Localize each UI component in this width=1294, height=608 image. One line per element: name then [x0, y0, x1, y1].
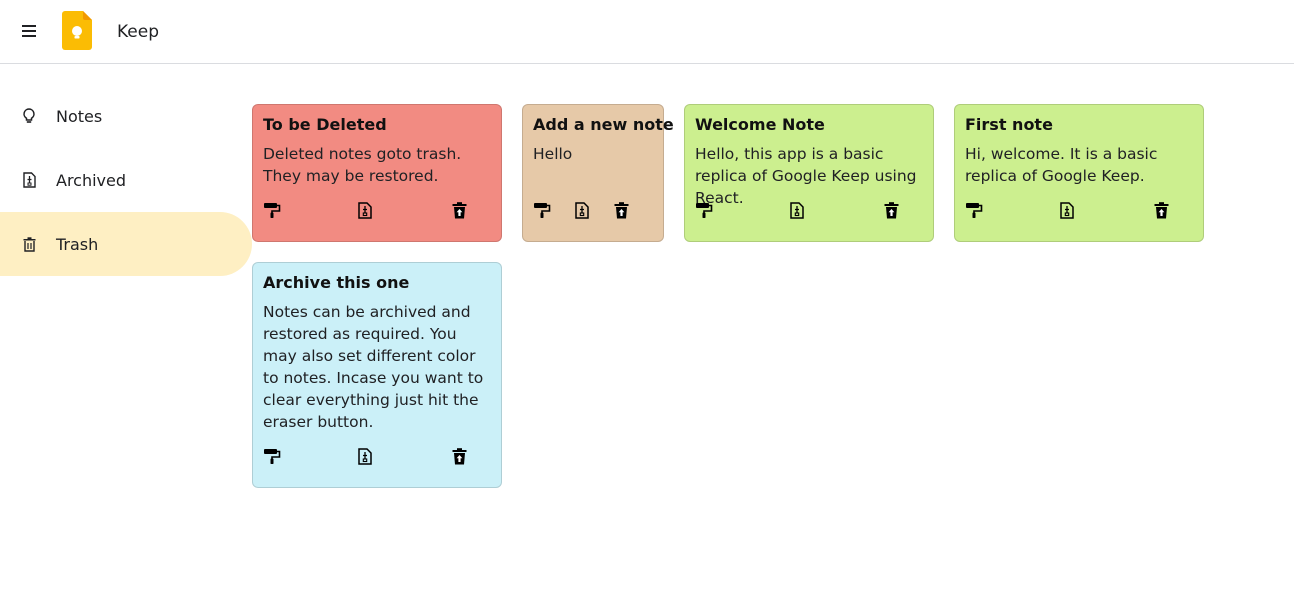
note-actions	[263, 447, 491, 467]
archive-icon[interactable]	[1058, 201, 1076, 219]
archive-icon[interactable]	[788, 201, 806, 219]
note-body: Deleted notes goto trash. They may be re…	[263, 145, 462, 185]
note-card[interactable]: Archive this one Notes can be archived a…	[252, 262, 502, 488]
note-card[interactable]: Add a new note Hello	[522, 104, 674, 242]
note-actions	[263, 201, 491, 221]
note-card[interactable]: First note Hi, welcome. It is a basic re…	[954, 104, 1204, 242]
sidebar-nav: Notes Archived Trash	[0, 84, 252, 276]
palette-icon[interactable]	[263, 447, 281, 465]
restore-from-trash-icon[interactable]	[450, 447, 468, 465]
note-card[interactable]: To be Deleted Deleted notes goto trash. …	[252, 104, 502, 242]
archive-icon	[20, 171, 38, 189]
note-title: Archive this one	[263, 273, 410, 292]
note-actions	[533, 201, 653, 221]
sidebar-item-label: Archived	[56, 170, 127, 190]
hamburger-menu-icon[interactable]	[21, 24, 37, 38]
palette-icon[interactable]	[263, 201, 281, 219]
note-title: To be Deleted	[263, 115, 387, 134]
palette-icon[interactable]	[533, 201, 551, 219]
sidebar-item-notes[interactable]: Notes	[0, 84, 252, 148]
archive-icon[interactable]	[356, 201, 374, 219]
note-body: Hello, this app is a basic replica of Go…	[695, 145, 917, 207]
note-body: Hi, welcome. It is a basic replica of Go…	[965, 145, 1158, 185]
note-card[interactable]: Welcome Note Hello, this app is a basic …	[684, 104, 934, 242]
restore-from-trash-icon[interactable]	[612, 201, 630, 219]
note-body: Hello	[533, 145, 573, 163]
archive-icon[interactable]	[356, 447, 374, 465]
app-header: Keep	[0, 0, 1294, 64]
note-actions	[695, 201, 923, 221]
note-title: Welcome Note	[695, 115, 825, 134]
restore-from-trash-icon[interactable]	[882, 201, 900, 219]
palette-icon[interactable]	[965, 201, 983, 219]
trash-icon	[20, 235, 38, 253]
palette-icon[interactable]	[695, 201, 713, 219]
sidebar-item-trash[interactable]: Trash	[0, 212, 252, 276]
archive-icon[interactable]	[573, 201, 591, 219]
note-title: Add a new note	[533, 115, 674, 134]
app-title: Keep	[117, 22, 160, 42]
note-title: First note	[965, 115, 1053, 134]
restore-from-trash-icon[interactable]	[1152, 201, 1170, 219]
note-body: Notes can be archived and restored as re…	[263, 303, 484, 431]
lightbulb-icon	[20, 107, 38, 125]
menu-button[interactable]	[16, 18, 42, 44]
sidebar-item-label: Notes	[56, 106, 103, 126]
note-actions	[965, 201, 1193, 221]
keep-logo	[62, 11, 92, 50]
restore-from-trash-icon[interactable]	[450, 201, 468, 219]
sidebar-item-archived[interactable]: Archived	[0, 148, 252, 212]
sidebar-item-label: Trash	[56, 234, 99, 254]
